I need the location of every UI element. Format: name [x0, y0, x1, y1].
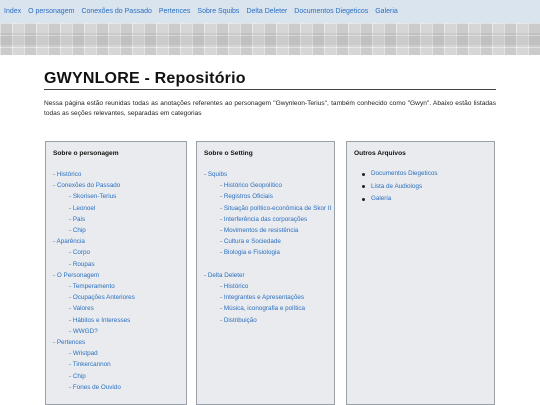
panel-sobre-o-personagem: Sobre o personagem - Histórico - Conexões…: [45, 141, 187, 405]
list-item: - Cultura e Sociedade: [204, 236, 331, 247]
link-distribuicao[interactable]: Distribuição: [224, 317, 257, 324]
list-item: - Pais: [53, 214, 135, 225]
link-squibs[interactable]: Squibs: [208, 171, 227, 178]
list-item: - Leonoel: [53, 203, 135, 214]
list-item: - Chip: [53, 371, 135, 382]
nav-link-documentos-diegeticos[interactable]: Documentos Diegeticos: [294, 8, 368, 15]
link-leonoel[interactable]: Leonoel: [73, 205, 95, 212]
list-item: - O Personagem: [53, 270, 135, 281]
link-chip[interactable]: Chip: [73, 227, 86, 234]
nav-link-conexoes-do-passado[interactable]: Conexões do Passado: [81, 8, 151, 15]
list-item: - Biologia e Fisiologia: [204, 247, 331, 258]
link-ocupacoes-anteriores[interactable]: Ocupações Anteriores: [73, 294, 135, 301]
link-integrantes-e-apresentacoes[interactable]: Integrantes e Apresentações: [224, 294, 304, 301]
link-biologia-e-fisiologia[interactable]: Biologia e Fisiologia: [224, 249, 280, 256]
link-temperamento[interactable]: Temperamento: [73, 283, 115, 290]
header-banner: [0, 23, 540, 55]
list-item: - Histórico Geopolítico: [204, 180, 331, 191]
link-wristpad[interactable]: Wristpad: [73, 350, 98, 357]
link-cultura-e-sociedade[interactable]: Cultura e Sociedade: [224, 238, 281, 245]
list-item: - Aparência: [53, 236, 135, 247]
link-delta-deleter[interactable]: Delta Deleter: [208, 272, 245, 279]
panel-title: Outros Arquivos: [354, 150, 406, 157]
list-item: Lista de Audiologs: [361, 181, 438, 194]
personagem-link-list: - Histórico - Conexões do Passado - Skoris…: [53, 169, 135, 393]
link-registros-oficiais[interactable]: Registros Oficiais: [224, 193, 273, 200]
link-interferencia-das-corporacoes[interactable]: Interferência das corporações: [224, 216, 307, 223]
link-habitos-e-interesses[interactable]: Hábitos e Interesses: [73, 317, 130, 324]
list-item: - Fones de Ouvido: [53, 382, 135, 393]
top-navigation-bar: Index O personagem Conexões do Passado P…: [0, 0, 540, 24]
link-corpo[interactable]: Corpo: [73, 249, 90, 256]
list-item: - Valores: [53, 303, 135, 314]
panel-title: Sobre o personagem: [53, 150, 119, 157]
link-pais[interactable]: Pais: [73, 216, 85, 223]
link-movimentos-de-resistencia[interactable]: Movimentos de resistência: [224, 227, 299, 234]
nav-links: Index O personagem Conexões do Passado P…: [0, 0, 540, 23]
page-title: GWYNLORE - Repositório: [44, 70, 246, 87]
list-item: - Delta Deleter: [204, 270, 331, 281]
list-item: - Interferência das corporações: [204, 214, 331, 225]
list-item: - Histórico: [204, 281, 331, 292]
list-item: - Registros Oficiais: [204, 191, 331, 202]
list-item: Galeria: [361, 193, 438, 206]
link-conexoes-do-passado[interactable]: Conexões do Passado: [57, 182, 120, 189]
list-item: - Roupas: [53, 259, 135, 270]
list-item: [204, 259, 331, 270]
link-historico[interactable]: Histórico: [57, 171, 82, 178]
link-skorisen-terius[interactable]: Skorisen-Terius: [73, 193, 116, 200]
link-chip[interactable]: Chip: [73, 373, 86, 380]
list-item: - Tinkercannon: [53, 359, 135, 370]
title-divider: [44, 89, 496, 90]
link-pertences[interactable]: Pertences: [57, 339, 85, 346]
list-item: - Histórico: [53, 169, 135, 180]
link-lista-de-audiologs[interactable]: Lista de Audiologs: [371, 183, 422, 190]
list-item: - Integrantes e Apresentações: [204, 292, 331, 303]
list-item: - Pertences: [53, 337, 135, 348]
link-roupas[interactable]: Roupas: [73, 261, 95, 268]
list-item: - Chip: [53, 225, 135, 236]
link-situacao-politico-economica-de-skor-ii[interactable]: Situação político-econômica de Skor II: [224, 205, 331, 212]
nav-link-sobre-squibs[interactable]: Sobre Squibs: [197, 8, 239, 15]
list-item: - Distribuição: [204, 315, 331, 326]
link-tinkercannon[interactable]: Tinkercannon: [73, 361, 111, 368]
list-item: - Temperamento: [53, 281, 135, 292]
list-item: Documentos Diegeticos: [361, 168, 438, 181]
nav-link-pertences[interactable]: Pertences: [159, 8, 191, 15]
nav-link-delta-deleter[interactable]: Delta Deleter: [246, 8, 287, 15]
link-historico-geopolitico[interactable]: Histórico Geopolítico: [224, 182, 282, 189]
list-item: - Wristpad: [53, 348, 135, 359]
list-item: - WWGD?: [53, 326, 135, 337]
nav-link-galeria[interactable]: Galeria: [375, 8, 398, 15]
list-item: - Conexões do Passado: [53, 180, 135, 191]
link-valores[interactable]: Valores: [73, 305, 94, 312]
nav-link-index[interactable]: Index: [4, 8, 21, 15]
panel-outros-arquivos: Outros Arquivos Documentos Diegeticos Li…: [346, 141, 495, 405]
link-aparencia[interactable]: Aparência: [57, 238, 85, 245]
intro-paragraph: Nessa página estão reunidas todas as ano…: [44, 100, 496, 117]
list-item: - Situação político-econômica de Skor II: [204, 203, 331, 214]
panel-sobre-o-setting: Sobre o Setting - Squibs - Histórico Geop…: [196, 141, 335, 405]
nav-link-o-personagem[interactable]: O personagem: [28, 8, 74, 15]
list-item: - Squibs: [204, 169, 331, 180]
list-item: - Movimentos de resistência: [204, 225, 331, 236]
list-item: - Música, iconografia e política: [204, 303, 331, 314]
setting-link-list: - Squibs - Histórico Geopolítico - Registr…: [204, 169, 331, 326]
list-item: - Ocupações Anteriores: [53, 292, 135, 303]
link-historico[interactable]: Histórico: [224, 283, 249, 290]
panel-title: Sobre o Setting: [204, 150, 253, 157]
link-o-personagem[interactable]: O Personagem: [57, 272, 99, 279]
link-galeria[interactable]: Galeria: [371, 195, 391, 202]
outros-link-list: Documentos Diegeticos Lista de Audiologs…: [361, 168, 438, 206]
list-item: - Hábitos e Interesses: [53, 315, 135, 326]
link-fones-de-ouvido[interactable]: Fones de Ouvido: [73, 384, 121, 391]
list-item: - Corpo: [53, 247, 135, 258]
link-documentos-diegeticos[interactable]: Documentos Diegeticos: [371, 170, 438, 177]
list-item: - Skorisen-Terius: [53, 191, 135, 202]
link-musica-iconografia-e-politica[interactable]: Música, iconografia e política: [224, 305, 305, 312]
link-wwgd[interactable]: WWGD?: [73, 328, 98, 335]
